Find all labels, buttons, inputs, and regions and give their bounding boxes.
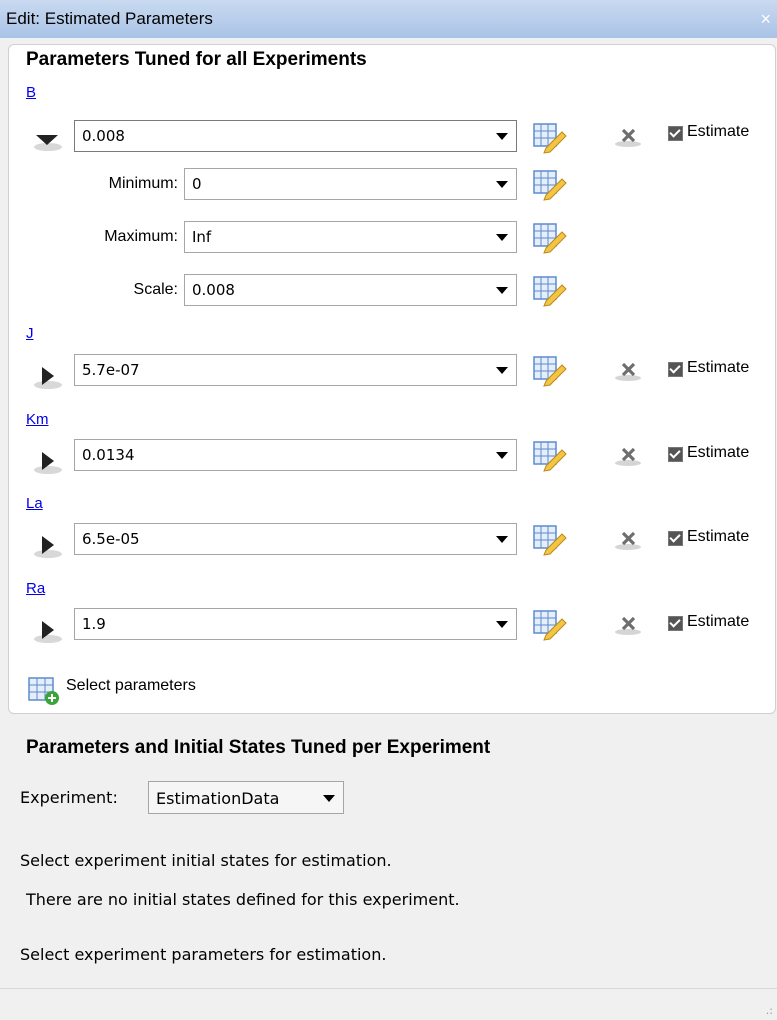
estimate-label-ra: Estimate	[687, 613, 750, 630]
scale-label: Scale:	[133, 281, 178, 298]
value-combo-km[interactable]: 0.0134	[74, 439, 517, 471]
param-link-la[interactable]: La	[26, 495, 43, 512]
status-bar: .:	[0, 988, 777, 1020]
estimate-label-la: Estimate	[687, 528, 750, 545]
estimate-checkbox-km[interactable]	[668, 447, 683, 462]
experiment-value[interactable]: EstimationData	[156, 789, 279, 808]
chevron-down-icon[interactable]	[496, 621, 508, 628]
value-combo-la[interactable]: 6.5e-05	[74, 523, 517, 555]
x-delete-icon[interactable]	[614, 529, 644, 551]
chevron-down-icon[interactable]	[496, 287, 508, 294]
estimate-checkbox-b[interactable]	[668, 126, 683, 141]
param-link-b[interactable]: B	[26, 84, 36, 101]
parameters-prompt: Select experiment parameters for estimat…	[20, 945, 387, 964]
chevron-down-icon[interactable]	[496, 181, 508, 188]
section-title-per-experiment: Parameters and Initial States Tuned per …	[26, 737, 491, 758]
value-combo-ra[interactable]: 1.9	[74, 608, 517, 640]
value-km[interactable]: 0.0134	[82, 446, 135, 464]
table-edit-icon[interactable]	[532, 522, 568, 556]
window-title: Edit: Estimated Parameters	[6, 9, 213, 28]
value-j[interactable]: 5.7e-07	[82, 361, 140, 379]
estimate-label-j: Estimate	[687, 359, 750, 376]
estimate-label-km: Estimate	[687, 444, 750, 461]
triangle-right-icon[interactable]	[28, 613, 68, 645]
table-edit-icon[interactable]	[532, 607, 568, 641]
experiment-label: Experiment:	[20, 788, 118, 807]
scale-value[interactable]: 0.008	[192, 281, 235, 299]
table-edit-icon[interactable]	[532, 167, 568, 201]
value-b[interactable]: 0.008	[82, 127, 125, 145]
table-edit-icon[interactable]	[532, 120, 568, 154]
close-icon[interactable]: ×	[760, 9, 771, 30]
chevron-down-icon[interactable]	[496, 133, 508, 140]
minimum-value[interactable]: 0	[192, 175, 202, 193]
x-delete-icon[interactable]	[614, 445, 644, 467]
triangle-right-icon[interactable]	[28, 528, 68, 560]
value-combo-j[interactable]: 5.7e-07	[74, 354, 517, 386]
experiment-dropdown[interactable]: EstimationData	[148, 781, 344, 814]
param-link-km[interactable]: Km	[26, 411, 49, 428]
param-link-j[interactable]: J	[26, 325, 34, 342]
estimate-checkbox-ra[interactable]	[668, 616, 683, 631]
estimate-checkbox-la[interactable]	[668, 531, 683, 546]
initial-states-prompt: Select experiment initial states for est…	[20, 851, 392, 870]
minimum-combo[interactable]: 0	[184, 168, 517, 200]
x-delete-icon[interactable]	[614, 614, 644, 636]
table-edit-icon[interactable]	[532, 438, 568, 472]
param-link-ra[interactable]: Ra	[26, 580, 45, 597]
x-delete-icon[interactable]	[614, 126, 644, 148]
maximum-label: Maximum:	[104, 228, 178, 245]
section-title-global: Parameters Tuned for all Experiments	[26, 49, 367, 70]
table-add-icon[interactable]	[27, 676, 61, 706]
maximum-value[interactable]: Inf	[192, 228, 211, 246]
chevron-down-icon[interactable]	[496, 452, 508, 459]
scale-combo[interactable]: 0.008	[184, 274, 517, 306]
table-edit-icon[interactable]	[532, 220, 568, 254]
minimum-label: Minimum:	[108, 175, 178, 192]
value-ra[interactable]: 1.9	[82, 615, 106, 633]
chevron-down-icon[interactable]	[496, 367, 508, 374]
triangle-right-icon[interactable]	[28, 359, 68, 391]
no-initial-states-message: There are no initial states defined for …	[26, 890, 460, 909]
resize-grip-icon[interactable]: .:	[766, 1004, 773, 1017]
estimate-label-b: Estimate	[687, 123, 750, 140]
table-edit-icon[interactable]	[532, 273, 568, 307]
title-bar: Edit: Estimated Parameters ×	[0, 0, 777, 38]
table-edit-icon[interactable]	[532, 353, 568, 387]
chevron-down-icon[interactable]	[496, 536, 508, 543]
chevron-down-icon[interactable]	[496, 234, 508, 241]
select-parameters-link[interactable]: Select parameters	[66, 677, 196, 695]
triangle-right-icon[interactable]	[28, 444, 68, 476]
value-la[interactable]: 6.5e-05	[82, 530, 140, 548]
estimate-checkbox-j[interactable]	[668, 362, 683, 377]
chevron-down-icon[interactable]	[323, 795, 335, 802]
maximum-combo[interactable]: Inf	[184, 221, 517, 253]
x-delete-icon[interactable]	[614, 360, 644, 382]
triangle-down-icon[interactable]	[28, 121, 68, 153]
value-combo-b[interactable]: 0.008	[74, 120, 517, 152]
